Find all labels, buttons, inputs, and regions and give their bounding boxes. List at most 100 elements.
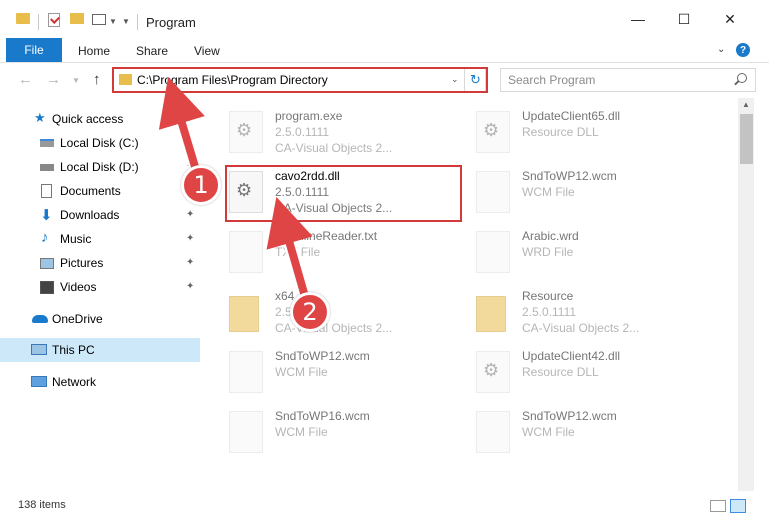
ribbon-bar [0,38,769,63]
file-name: Arabic.wrd [522,229,579,243]
file-name: ReadlineReader.txt [275,229,378,243]
document-icon [476,231,510,273]
file-version: 2.5.0.1111 [522,305,577,319]
window-title: Program [146,15,196,30]
file-name: UpdateClient65.dll [522,109,621,123]
document-icon [229,351,263,393]
file-description: CA-Visual Objects 2... [275,141,393,155]
folder-icon [476,296,506,332]
properties-icon[interactable] [48,13,60,27]
download-arrow-icon: ⬇ [40,207,53,224]
pin-icon[interactable]: ✦ [186,281,194,292]
network-icon [31,376,47,387]
file-type: WCM File [275,365,328,379]
pin-icon[interactable]: ✦ [186,257,194,268]
file-item-sndtowp12[interactable]: SndToWP12.wcm WCM File [229,346,469,406]
new-folder-icon[interactable] [70,13,84,24]
scroll-up-icon[interactable]: ▲ [742,100,750,109]
file-item-x64[interactable]: x64 2.5.0.1111 CA-Visual Objects 2... [229,286,469,346]
film-icon [40,281,54,294]
pin-icon[interactable]: ✦ [186,137,194,148]
expand-ribbon-icon[interactable]: ⌄ [717,44,725,55]
help-icon[interactable]: ? [736,43,750,57]
file-item-updateclient65[interactable]: UpdateClient65.dll Resource DLL [476,106,716,166]
file-name: UpdateClient42.dll [522,349,621,363]
file-type: WCM File [275,425,328,439]
file-item-sndtowp12[interactable]: SndToWP12.wcm WCM File [476,166,716,226]
file-type: WCM File [522,185,575,199]
sidebar-item-local-disk-d[interactable]: Local Disk (D:) ✦ [0,155,200,179]
tab-share[interactable]: Share [136,44,168,58]
sidebar-item-this-pc[interactable]: This PC [0,338,200,362]
maximize-button[interactable]: ☐ [661,0,707,38]
folder-icon [229,296,259,332]
file-name: Resource [522,289,574,303]
item-count: 138 items [18,499,66,511]
file-name: SndToWP12.wcm [275,349,370,363]
tab-view[interactable]: View [194,44,220,58]
document-icon [476,171,510,213]
view-icon[interactable] [92,14,106,25]
customize-toolbar-icon[interactable]: ▼ [122,17,130,26]
sidebar-item-local-disk-c[interactable]: Local Disk (C:) ✦ [0,131,200,155]
sidebar-item-onedrive[interactable]: OneDrive [0,307,200,331]
file-item-program-exe[interactable]: program.exe 2.5.0.1111 CA-Visual Objects… [229,106,469,166]
dll-file-icon [476,351,510,393]
sidebar-item-network[interactable]: Network [0,370,200,394]
up-button[interactable]: ↑ [93,71,101,88]
tab-home[interactable]: Home [78,44,110,58]
large-icons-view-icon[interactable] [730,499,746,513]
file-name: SndToWP12.wcm [522,169,617,183]
address-highlight-box [112,67,488,93]
file-highlight-box [225,165,462,222]
sidebar-item-pictures[interactable]: Pictures ✦ [0,251,200,275]
folder-icon [16,13,30,24]
drive-icon [40,164,54,171]
drive-icon [40,139,54,147]
file-type: Resource DLL [522,125,599,139]
forward-button[interactable]: → [46,71,61,88]
file-item-resource[interactable]: Resource 2.5.0.1111 CA-Visual Objects 2.… [476,286,716,346]
document-icon [229,411,263,453]
picture-icon [40,258,54,269]
file-item-updateclient42[interactable]: UpdateClient42.dll Resource DLL [476,346,716,406]
toolbar-divider [38,14,39,30]
file-type: Resource DLL [522,365,599,379]
back-button[interactable]: ← [18,71,33,88]
file-type: WRD File [522,245,574,259]
toolbar-divider [137,14,138,30]
sidebar-item-music[interactable]: ♪ Music ✦ [0,227,200,251]
file-name: SndToWP16.wcm [275,409,370,423]
callout-step-2: 2 [290,292,330,332]
file-item-sndtowp12[interactable]: SndToWP12.wcm WCM File [476,406,716,466]
recent-locations-icon[interactable]: ▼ [72,76,80,85]
chevron-down-icon[interactable]: ▼ [109,17,117,26]
sidebar-item-videos[interactable]: Videos ✦ [0,275,200,299]
tab-file[interactable]: File [6,38,62,62]
computer-icon [31,344,47,355]
close-button[interactable]: ✕ [707,0,753,38]
pin-icon[interactable]: ✦ [186,233,194,244]
minimize-button[interactable]: — [615,0,661,38]
status-bar [0,492,769,532]
file-item-sndtowp16[interactable]: SndToWP16.wcm WCM File [229,406,469,466]
callout-step-1: 1 [181,165,221,205]
file-item-arabic-wrd[interactable]: Arabic.wrd WRD File [476,226,716,286]
sidebar-item-documents[interactable]: Documents ✦ [0,179,200,203]
exe-file-icon [229,111,263,153]
details-view-icon[interactable] [710,500,726,512]
file-type: TXT File [275,245,321,259]
file-item-readlinereader[interactable]: ReadlineReader.txt TXT File [229,226,469,286]
search-icon[interactable] [737,73,747,83]
scrollbar-thumb[interactable] [740,114,753,164]
cloud-icon [32,315,48,323]
pin-icon[interactable]: ✦ [186,209,194,220]
file-type: WCM File [522,425,575,439]
dll-file-icon [476,111,510,153]
document-icon [41,184,52,198]
star-icon: ★ [34,110,46,125]
sidebar-item-quick-access[interactable]: ★ Quick access [0,107,200,131]
sidebar-item-downloads[interactable]: ⬇ Downloads ✦ [0,203,200,227]
file-description: CA-Visual Objects 2... [522,321,640,335]
navigation-pane: ★ Quick access Local Disk (C:) ✦ Local D… [0,97,202,492]
